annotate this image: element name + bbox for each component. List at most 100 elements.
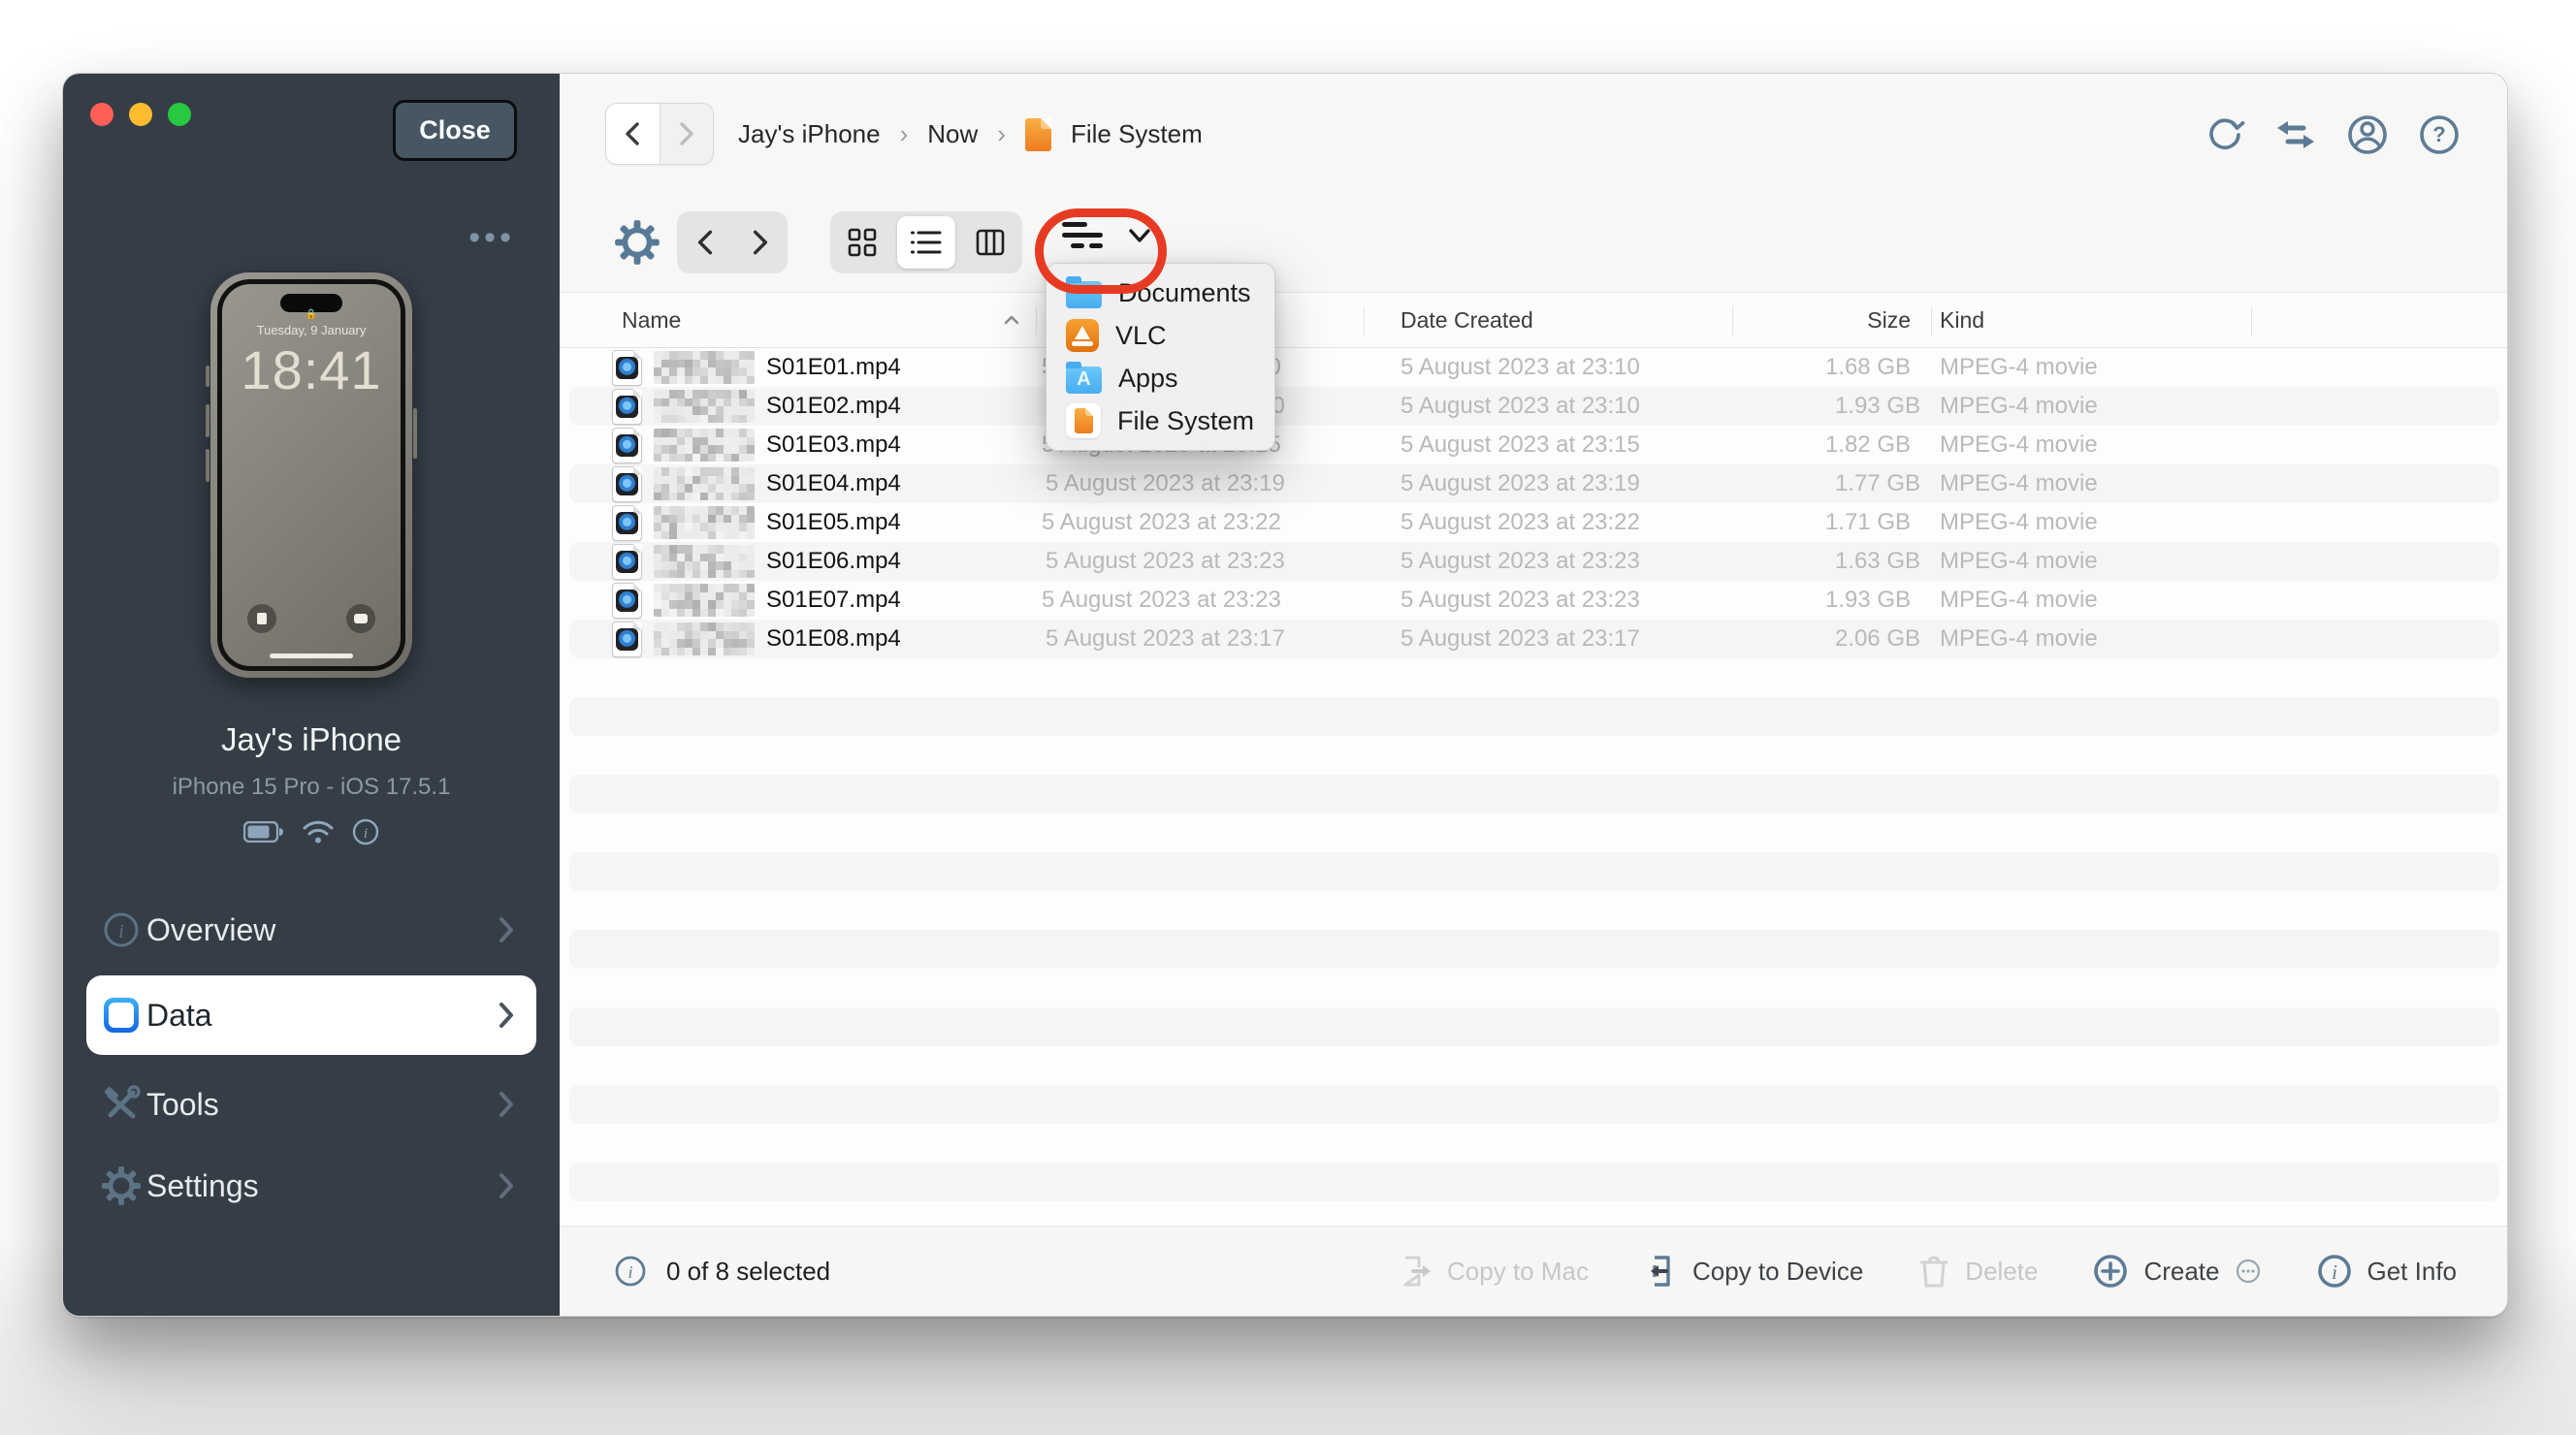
list-view-button[interactable]	[894, 211, 958, 273]
breadcrumb-separator: ›	[900, 119, 909, 149]
table-row[interactable]: S01E08.mp45 August 2023 at 23:175 August…	[569, 620, 2499, 658]
selection-status: i 0 of 8 selected	[560, 1255, 830, 1288]
info-circle-icon[interactable]: i	[352, 818, 379, 845]
back-button[interactable]	[606, 104, 660, 164]
kind-cell: MPEG-4 movie	[1926, 587, 2251, 614]
forward-button[interactable]	[732, 228, 788, 257]
back-button[interactable]	[677, 228, 732, 257]
size-cell: 1.93 GB	[1747, 393, 1936, 420]
breadcrumb-device[interactable]: Jay's iPhone	[738, 119, 881, 149]
zoom-window-traffic-light[interactable]	[168, 103, 191, 126]
close-window-traffic-light[interactable]	[90, 103, 113, 126]
file-name: S01E07.mp4	[766, 587, 901, 614]
file-name: S01E03.mp4	[766, 431, 901, 459]
redacted-thumbnail	[654, 545, 755, 578]
sidebar-item-settings[interactable]: Settings	[86, 1154, 536, 1218]
account-icon[interactable]	[2346, 113, 2389, 156]
table-row[interactable]: S01E02.mp45 August 2023 at 23:105 August…	[569, 387, 2499, 426]
get-info-button[interactable]: i Get Info	[2316, 1253, 2458, 1290]
help-icon[interactable]: ?	[2418, 113, 2461, 156]
table-row[interactable]: S01E03.mp45 August 2023 at 23:155 August…	[560, 426, 2508, 464]
table-row[interactable]: S01E04.mp45 August 2023 at 23:195 August…	[569, 464, 2499, 503]
column-header-date-created[interactable]: Date Created	[1364, 307, 1737, 334]
column-divider[interactable]	[1364, 306, 1365, 335]
date-modified-cell: 5 August 2023 at 23:22	[1036, 509, 1364, 536]
chevron-down-icon	[1128, 228, 1151, 243]
column-header-size[interactable]: Size	[1737, 307, 1926, 334]
refresh-icon[interactable]	[2205, 114, 2245, 155]
table-row-empty	[560, 891, 2508, 930]
table-row[interactable]: S01E07.mp45 August 2023 at 23:235 August…	[560, 581, 2508, 620]
desktop: { "colors": { "accent_icon": "#5c7b95", …	[0, 0, 2576, 1435]
copy-to-device-button[interactable]: Copy to Device	[1643, 1254, 1863, 1289]
breadcrumb-file-system[interactable]: File System	[1071, 119, 1203, 149]
svg-text:i: i	[118, 921, 124, 942]
kind-cell: MPEG-4 movie	[1926, 431, 2251, 459]
date-created-cell: 5 August 2023 at 23:23	[1373, 548, 1747, 575]
file-system-icon	[1066, 403, 1101, 438]
table-row[interactable]: S01E01.mp45 August 2023 at 23:105 August…	[560, 348, 2508, 387]
minimize-window-traffic-light[interactable]	[129, 103, 152, 126]
more-ellipsis-icon[interactable]	[2235, 1258, 2262, 1285]
table-row[interactable]: S01E05.mp45 August 2023 at 23:225 August…	[560, 503, 2508, 542]
redacted-thumbnail	[654, 622, 755, 655]
sidebar-item-data[interactable]: Data	[86, 975, 536, 1055]
kind-cell: MPEG-4 movie	[1936, 548, 2261, 575]
column-header-name[interactable]: Name	[560, 307, 1036, 334]
video-file-icon	[612, 583, 642, 619]
copy-to-device-icon	[1643, 1254, 1678, 1289]
column-divider[interactable]	[2251, 306, 2252, 335]
transfer-icon[interactable]	[2274, 117, 2317, 152]
sidebar-item-tools[interactable]: Tools	[86, 1072, 536, 1136]
menu-item-label: Apps	[1118, 364, 1178, 394]
size-cell: 1.82 GB	[1737, 431, 1926, 459]
table-row-empty	[569, 697, 2499, 736]
table-row-empty	[569, 1007, 2499, 1046]
copy-to-mac-icon	[1398, 1254, 1433, 1289]
folder-picker-dropdown[interactable]	[1062, 221, 1151, 250]
lock-icon: 🔒	[222, 309, 401, 320]
column-divider[interactable]	[1931, 306, 1932, 335]
svg-text:?: ?	[2432, 122, 2445, 146]
blue-folder-icon	[1066, 281, 1102, 308]
date-created-cell: 5 August 2023 at 23:17	[1373, 625, 1747, 653]
copy-to-mac-button[interactable]: Copy to Mac	[1398, 1254, 1589, 1289]
video-file-icon	[612, 389, 642, 425]
column-view-button[interactable]	[958, 211, 1022, 273]
menu-item-apps[interactable]: A Apps	[1046, 357, 1274, 399]
view-settings-gear-icon[interactable]	[614, 219, 660, 266]
info-circle-icon: i	[100, 909, 143, 951]
column-divider[interactable]	[1036, 306, 1037, 335]
breadcrumb-snapshot[interactable]: Now	[927, 119, 978, 149]
table-rows: S01E01.mp45 August 2023 at 23:105 August…	[560, 348, 2508, 1226]
table-row-empty	[560, 1124, 2508, 1163]
table-row-empty	[560, 1046, 2508, 1085]
status-actions: Copy to Mac Copy to Device Delete Create…	[1398, 1253, 2508, 1290]
column-divider[interactable]	[1732, 306, 1733, 335]
table-row-empty	[569, 852, 2499, 891]
forward-button[interactable]	[660, 104, 714, 164]
kind-cell: MPEG-4 movie	[1936, 625, 2261, 653]
table-row[interactable]: S01E06.mp45 August 2023 at 23:235 August…	[569, 542, 2499, 581]
delete-button[interactable]: Delete	[1917, 1254, 2038, 1289]
menu-item-documents[interactable]: Documents	[1046, 271, 1274, 314]
video-file-icon	[612, 466, 642, 502]
home-indicator	[270, 654, 353, 658]
date-modified-cell: 5 August 2023 at 23:19	[1046, 470, 1373, 497]
column-header-kind[interactable]: Kind	[1926, 307, 2251, 334]
kind-cell: MPEG-4 movie	[1926, 509, 2251, 536]
create-button[interactable]: Create	[2092, 1253, 2261, 1290]
menu-item-vlc[interactable]: VLC	[1046, 314, 1274, 357]
redacted-thumbnail	[654, 467, 755, 500]
battery-icon	[243, 821, 284, 843]
sidebar-item-overview[interactable]: i Overview	[86, 898, 536, 962]
menu-item-file-system[interactable]: File System	[1046, 399, 1274, 442]
size-cell: 1.63 GB	[1747, 548, 1936, 575]
device-name: Jay's iPhone	[63, 721, 560, 758]
size-cell: 1.77 GB	[1747, 470, 1936, 497]
vlc-app-icon	[1066, 319, 1099, 352]
grid-view-button[interactable]	[830, 211, 894, 273]
close-button[interactable]: Close	[393, 100, 517, 161]
date-created-cell: 5 August 2023 at 23:19	[1373, 470, 1747, 497]
more-options-icon[interactable]: •••	[468, 219, 515, 257]
